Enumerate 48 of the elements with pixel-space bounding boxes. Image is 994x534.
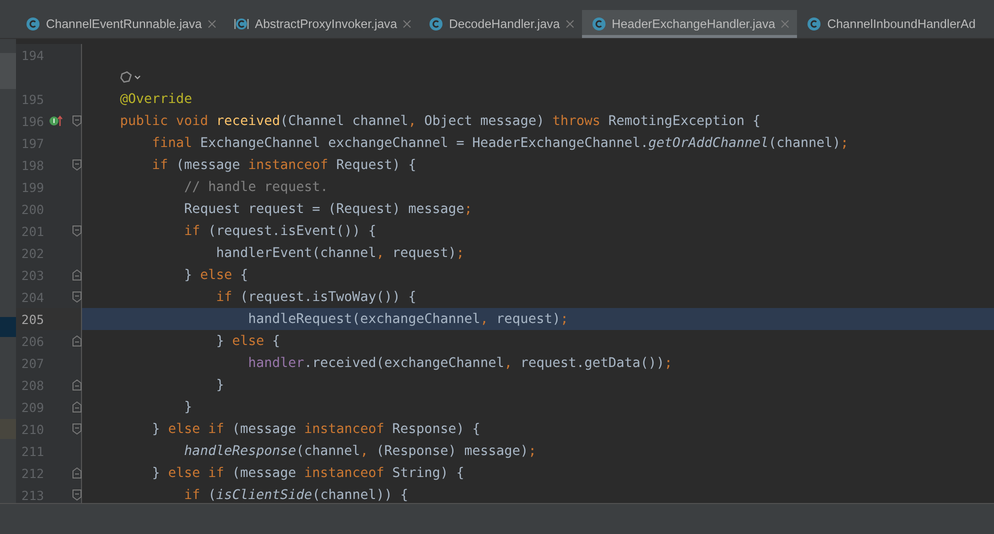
unfold-icon[interactable]: [72, 335, 82, 347]
code-line: handleRequest(exchangeChannel, request);: [247, 312, 568, 326]
code-line: handler.received(exchangeChannel, request.getData());: [247, 356, 672, 370]
fold-icon[interactable]: [72, 159, 82, 171]
unfold-icon[interactable]: [72, 401, 82, 413]
code-line: handlerEvent(channel, request);: [215, 246, 464, 260]
code-line: handleResponse(channel, (Response) message);: [183, 444, 536, 458]
code-line: }: [183, 400, 192, 414]
code-line: // handle request.: [183, 180, 328, 194]
fold-icon[interactable]: [72, 489, 82, 501]
unfold-icon[interactable]: [72, 269, 82, 281]
code-line: } else {: [183, 268, 248, 282]
abstract-class-icon: [234, 17, 249, 31]
code-line: } else if (message instanceof String) {: [151, 466, 464, 480]
close-icon[interactable]: [566, 20, 574, 28]
fold-icon[interactable]: [72, 225, 82, 237]
close-icon[interactable]: [781, 20, 790, 28]
editor-tab[interactable]: ChannelInboundHandlerAd: [797, 10, 984, 38]
code-line: if (request.isTwoWay()) {: [215, 290, 416, 304]
code-line: } else if (message instanceof Response) {: [151, 422, 480, 436]
code-line: final ExchangeChannel exchangeChannel = HeaderExchangeChannel.getOrAddChannel(channel);: [151, 136, 849, 150]
unfold-icon[interactable]: [72, 379, 82, 391]
close-icon[interactable]: [403, 20, 412, 28]
editor-tab[interactable]: ChannelEventRunnable.java: [16, 10, 224, 38]
class-icon: [592, 17, 606, 31]
editor-tab[interactable]: DecodeHandler.java: [419, 10, 582, 38]
unfold-icon[interactable]: [72, 467, 82, 479]
class-icon: [26, 17, 40, 31]
fold-icon[interactable]: [72, 423, 82, 435]
panel-marker: [0, 317, 16, 337]
code-line: if (message instanceof Request) {: [151, 158, 416, 172]
ai-hint-icon[interactable]: [120, 71, 142, 83]
code-line: @Override: [119, 92, 192, 106]
code-line: }: [215, 378, 224, 392]
code-line: if (request.isEvent()) {: [183, 224, 376, 238]
code-line: public void received(Channel channel, Object message) throws RemotingException {: [119, 114, 760, 128]
editor-tab[interactable]: AbstractProxyInvoker.java: [224, 10, 420, 38]
editor-tab[interactable]: HeaderExchangeHandler.java: [582, 10, 798, 38]
code-line: } else {: [215, 334, 280, 348]
code-line: Request request = (Request) message;: [183, 202, 472, 216]
line-number: 205: [20, 312, 44, 326]
fold-icon[interactable]: [72, 291, 82, 303]
implements-marker-icon[interactable]: [49, 115, 63, 127]
class-icon: [429, 17, 444, 31]
close-icon[interactable]: [208, 20, 216, 28]
class-icon: [807, 17, 822, 31]
code-line: if (isClientSide(channel)) {: [183, 488, 408, 502]
fold-icon[interactable]: [72, 115, 82, 127]
